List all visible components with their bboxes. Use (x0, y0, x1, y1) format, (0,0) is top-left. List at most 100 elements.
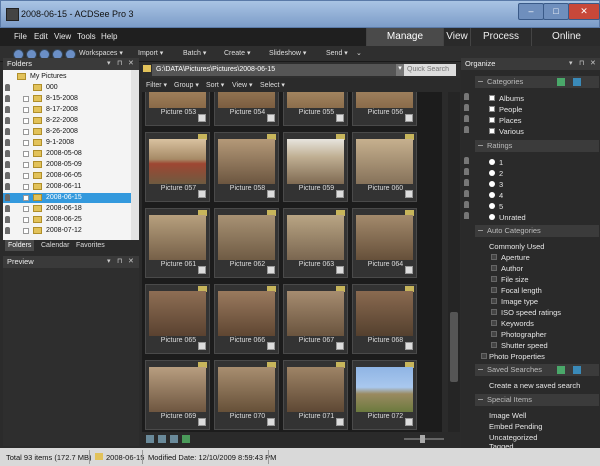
expand-icon[interactable] (481, 353, 487, 359)
pin-icon[interactable]: ⊓ (117, 58, 122, 70)
view-menu[interactable]: View ▾ (232, 81, 253, 89)
special-uncategorized[interactable]: Uncategorized (489, 433, 537, 442)
view-icon[interactable] (182, 435, 190, 443)
folder-row[interactable]: 2008-06-11 (3, 182, 131, 192)
select-checkbox[interactable] (198, 190, 206, 198)
commonly-used-group[interactable]: Commonly Used (489, 242, 544, 251)
path-dropdown-icon[interactable]: ▾ (396, 64, 404, 76)
tab-favorites[interactable]: Favorites (73, 240, 108, 251)
add-search-icon[interactable] (557, 366, 565, 374)
send-menu[interactable]: Send ▾ (326, 49, 348, 57)
import-menu[interactable]: Import ▾ (138, 49, 163, 57)
sort-menu[interactable]: Sort ▾ (206, 81, 224, 89)
close-icon[interactable]: ✕ (128, 58, 134, 70)
select-checkbox[interactable] (405, 114, 413, 122)
expand-icon[interactable] (23, 195, 29, 201)
view-icon[interactable] (158, 435, 166, 443)
auto-keywords[interactable]: Keywords (501, 319, 534, 328)
pin-icon[interactable]: ⊓ (579, 58, 584, 70)
auto-author[interactable]: Author (501, 264, 523, 273)
menu-edit[interactable]: Edit (34, 32, 48, 41)
dropdown-icon[interactable]: ▾ (569, 58, 573, 70)
folder-row-selected[interactable]: 2008-06-15 (3, 193, 131, 203)
people-checkbox[interactable] (489, 106, 495, 112)
thumbnail-tile[interactable]: Picture 061 (145, 208, 210, 278)
expand-icon[interactable] (23, 206, 29, 212)
category-albums[interactable]: Albums (499, 94, 524, 103)
folder-row[interactable]: 8-15-2008 (3, 94, 131, 104)
path-input[interactable]: G:\DATA\Pictures\Pictures\2008-06-15 (152, 64, 398, 76)
select-checkbox[interactable] (198, 114, 206, 122)
select-checkbox[interactable] (405, 342, 413, 350)
rating-2[interactable]: 2 (499, 169, 503, 178)
rating-4[interactable]: 4 (499, 191, 503, 200)
photo-properties-group[interactable]: Photo Properties (489, 352, 545, 361)
select-checkbox[interactable] (336, 114, 344, 122)
expand-icon[interactable] (491, 254, 497, 260)
category-people[interactable]: People (499, 105, 522, 114)
batch-menu[interactable]: Batch ▾ (183, 49, 206, 57)
tab-folders[interactable]: Folders (5, 240, 35, 251)
auto-image-type[interactable]: Image type (501, 297, 538, 306)
close-icon[interactable]: ✕ (128, 256, 134, 268)
search-settings-icon[interactable] (573, 366, 581, 374)
expand-icon[interactable] (23, 228, 29, 234)
tab-view[interactable]: View (443, 28, 470, 46)
auto-shutter-speed[interactable]: Shutter speed (501, 341, 548, 350)
rating-radio[interactable] (489, 181, 495, 187)
thumbnail-tile[interactable]: Picture 058 (214, 132, 279, 202)
menu-view[interactable]: View (54, 32, 71, 41)
expand-icon[interactable] (491, 298, 497, 304)
thumbnail-tile[interactable]: Picture 071 (283, 360, 348, 430)
category-various[interactable]: Various (499, 127, 524, 136)
menu-help[interactable]: Help (101, 32, 117, 41)
close-icon[interactable]: ✕ (590, 58, 596, 70)
tab-process[interactable]: Process (470, 28, 531, 46)
folders-scrollbar[interactable] (131, 70, 139, 240)
tab-manage[interactable]: Manage (366, 28, 443, 46)
folder-row[interactable]: 9-1-2008 (3, 138, 131, 148)
view-icon[interactable] (170, 435, 178, 443)
workspaces-menu[interactable]: Workspaces ▾ (79, 49, 123, 57)
quick-search-input[interactable] (404, 64, 456, 76)
slideshow-menu[interactable]: Slideshow ▾ (269, 49, 306, 57)
select-checkbox[interactable] (336, 418, 344, 426)
rating-radio[interactable] (489, 170, 495, 176)
various-checkbox[interactable] (489, 128, 495, 134)
view-icon[interactable] (146, 435, 154, 443)
thumbnail-tile[interactable]: Picture 069 (145, 360, 210, 430)
select-checkbox[interactable] (336, 190, 344, 198)
expand-icon[interactable] (23, 217, 29, 223)
zoom-slider-handle[interactable] (420, 435, 425, 443)
select-checkbox[interactable] (267, 190, 275, 198)
scroll-thumb[interactable] (450, 312, 458, 382)
rating-1[interactable]: 1 (499, 158, 503, 167)
pin-icon[interactable]: ⊓ (117, 256, 122, 268)
create-menu[interactable]: Create ▾ (224, 49, 250, 57)
expand-icon[interactable] (23, 151, 29, 157)
folder-row[interactable]: 2008-06-18 (3, 204, 131, 214)
thumbnail-tile[interactable]: Picture 059 (283, 132, 348, 202)
expand-icon[interactable] (491, 331, 497, 337)
expand-icon[interactable] (23, 96, 29, 102)
create-saved-search-link[interactable]: Create a new saved search (489, 381, 580, 390)
expand-icon[interactable] (491, 265, 497, 271)
rating-3[interactable]: 3 (499, 180, 503, 189)
folder-row[interactable]: 2008-06-05 (3, 171, 131, 181)
expand-icon[interactable] (23, 173, 29, 179)
select-checkbox[interactable] (336, 266, 344, 274)
places-checkbox[interactable] (489, 117, 495, 123)
expand-icon[interactable] (23, 107, 29, 113)
expand-icon[interactable] (491, 287, 497, 293)
folder-row[interactable]: 000 (3, 83, 131, 93)
group-menu[interactable]: Group ▾ (174, 81, 199, 89)
folder-row[interactable]: 8-17-2008 (3, 105, 131, 115)
rating-radio[interactable] (489, 159, 495, 165)
auto-iso-speed[interactable]: ISO speed ratings (501, 308, 561, 317)
auto-photographer[interactable]: Photographer (501, 330, 546, 339)
dropdown-icon[interactable]: ▾ (107, 256, 111, 268)
expand-icon[interactable] (491, 320, 497, 326)
expand-icon[interactable] (491, 309, 497, 315)
select-menu[interactable]: Select ▾ (260, 81, 285, 89)
thumbnail-tile[interactable]: Picture 067 (283, 284, 348, 354)
